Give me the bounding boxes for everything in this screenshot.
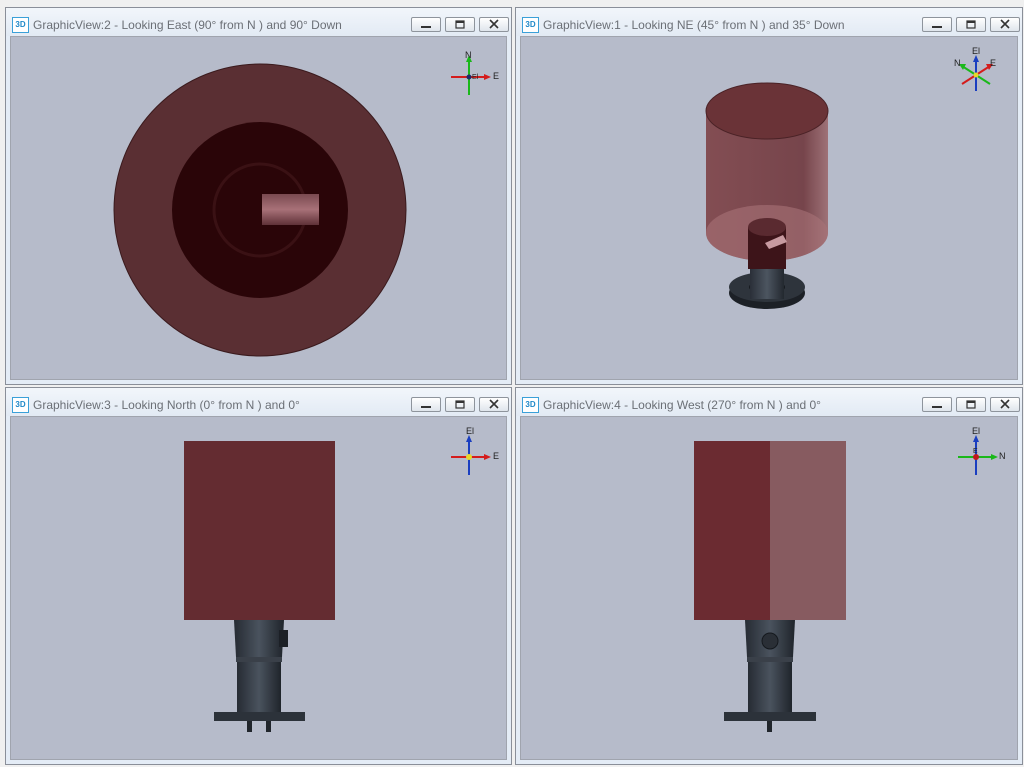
orientation-triad <box>451 55 491 95</box>
vessel-inner-core <box>172 122 348 298</box>
close-button[interactable] <box>990 17 1020 32</box>
orientation-triad <box>451 435 491 475</box>
neck-ring <box>747 657 793 662</box>
graphic-view-2-titlebar[interactable]: 3D GraphicView:2 - Looking East (90° fro… <box>6 8 511 36</box>
graphic-view-4-titlebar[interactable]: 3D GraphicView:4 - Looking West (270° fr… <box>516 388 1022 416</box>
app-root: { "views": [ {"id":"gv2","title":"Graphi… <box>0 0 1024 767</box>
side-nozzle <box>279 630 288 647</box>
minimize-icon <box>932 406 942 408</box>
vessel-top <box>705 82 829 140</box>
maximize-icon <box>966 400 976 409</box>
triad-label-up: El <box>972 426 980 436</box>
minimize-button[interactable] <box>411 17 441 32</box>
vessel-body <box>184 441 335 620</box>
close-button[interactable] <box>990 397 1020 412</box>
maximize-button[interactable] <box>445 17 475 32</box>
triad-label-left: N <box>954 58 961 68</box>
triad-label-center: El <box>472 74 479 81</box>
graphic-view-3-pane: 3D GraphicView:3 - Looking North (0° fro… <box>5 387 512 765</box>
triad-label-right: E <box>493 451 499 461</box>
minimize-icon <box>421 26 431 28</box>
close-icon <box>1000 19 1010 29</box>
inner-nozzle-top <box>748 218 786 236</box>
minimize-button[interactable] <box>922 17 952 32</box>
triad-label-up: El <box>466 426 474 436</box>
graphic-view-4-viewport[interactable]: El N E <box>520 416 1018 760</box>
minimize-icon <box>421 406 431 408</box>
vessel-body-right <box>770 441 846 620</box>
nozzle-neck <box>234 620 284 657</box>
graphic-view-1-viewport[interactable]: El E N <box>520 36 1018 380</box>
top-view-model: N E El <box>113 50 499 357</box>
graphic-view-1-title: GraphicView:1 - Looking NE (45° from N )… <box>543 18 845 32</box>
triad-label-right: E <box>990 58 996 68</box>
north-view-model: El E <box>184 426 499 732</box>
nozzle-pipe <box>262 194 319 225</box>
app-3d-icon: 3D <box>522 397 539 413</box>
anchor-bolt-right <box>266 721 271 732</box>
triad-label-up: N <box>465 50 472 60</box>
maximize-icon <box>455 20 465 29</box>
orientation-triad <box>959 55 993 91</box>
west-view-model: El N E <box>694 426 1006 732</box>
minimize-icon <box>932 26 942 28</box>
graphic-view-3-titlebar[interactable]: 3D GraphicView:3 - Looking North (0° fro… <box>6 388 511 416</box>
iso-view-model: El E N <box>705 46 996 309</box>
base-flange <box>724 712 816 721</box>
triad-label-center: E <box>973 448 978 455</box>
graphic-view-4-pane: 3D GraphicView:4 - Looking West (270° fr… <box>515 387 1023 765</box>
base-flange <box>214 712 305 721</box>
graphic-view-3-title: GraphicView:3 - Looking North (0° from N… <box>33 398 300 412</box>
maximize-icon <box>966 20 976 29</box>
graphic-view-1-titlebar[interactable]: 3D GraphicView:1 - Looking NE (45° from … <box>516 8 1022 36</box>
minimize-button[interactable] <box>922 397 952 412</box>
anchor-bolt <box>767 721 772 732</box>
close-button[interactable] <box>479 17 509 32</box>
orientation-triad <box>958 435 998 475</box>
support-column <box>237 662 281 712</box>
close-button[interactable] <box>479 397 509 412</box>
close-icon <box>489 399 499 409</box>
triad-label-right: N <box>999 451 1006 461</box>
front-nozzle <box>761 632 779 650</box>
app-3d-icon: 3D <box>12 17 29 33</box>
support-column <box>748 662 792 712</box>
minimize-button[interactable] <box>411 397 441 412</box>
maximize-icon <box>455 400 465 409</box>
close-icon <box>489 19 499 29</box>
maximize-button[interactable] <box>956 397 986 412</box>
graphic-view-2-viewport[interactable]: N E El <box>10 36 507 380</box>
triad-label-up: El <box>972 46 980 56</box>
maximize-button[interactable] <box>956 17 986 32</box>
anchor-bolt-left <box>247 721 252 732</box>
graphic-view-1-pane: 3D GraphicView:1 - Looking NE (45° from … <box>515 7 1023 385</box>
neck-ring <box>236 657 282 662</box>
app-3d-icon: 3D <box>12 397 29 413</box>
graphic-view-2-pane: 3D GraphicView:2 - Looking East (90° fro… <box>5 7 512 385</box>
graphic-view-3-viewport[interactable]: El E <box>10 416 507 760</box>
close-icon <box>1000 399 1010 409</box>
maximize-button[interactable] <box>445 397 475 412</box>
graphic-view-2-title: GraphicView:2 - Looking East (90° from N… <box>33 18 342 32</box>
graphic-view-4-title: GraphicView:4 - Looking West (270° from … <box>543 398 821 412</box>
vessel-body-left <box>694 441 770 620</box>
app-3d-icon: 3D <box>522 17 539 33</box>
triad-label-right: E <box>493 71 499 81</box>
